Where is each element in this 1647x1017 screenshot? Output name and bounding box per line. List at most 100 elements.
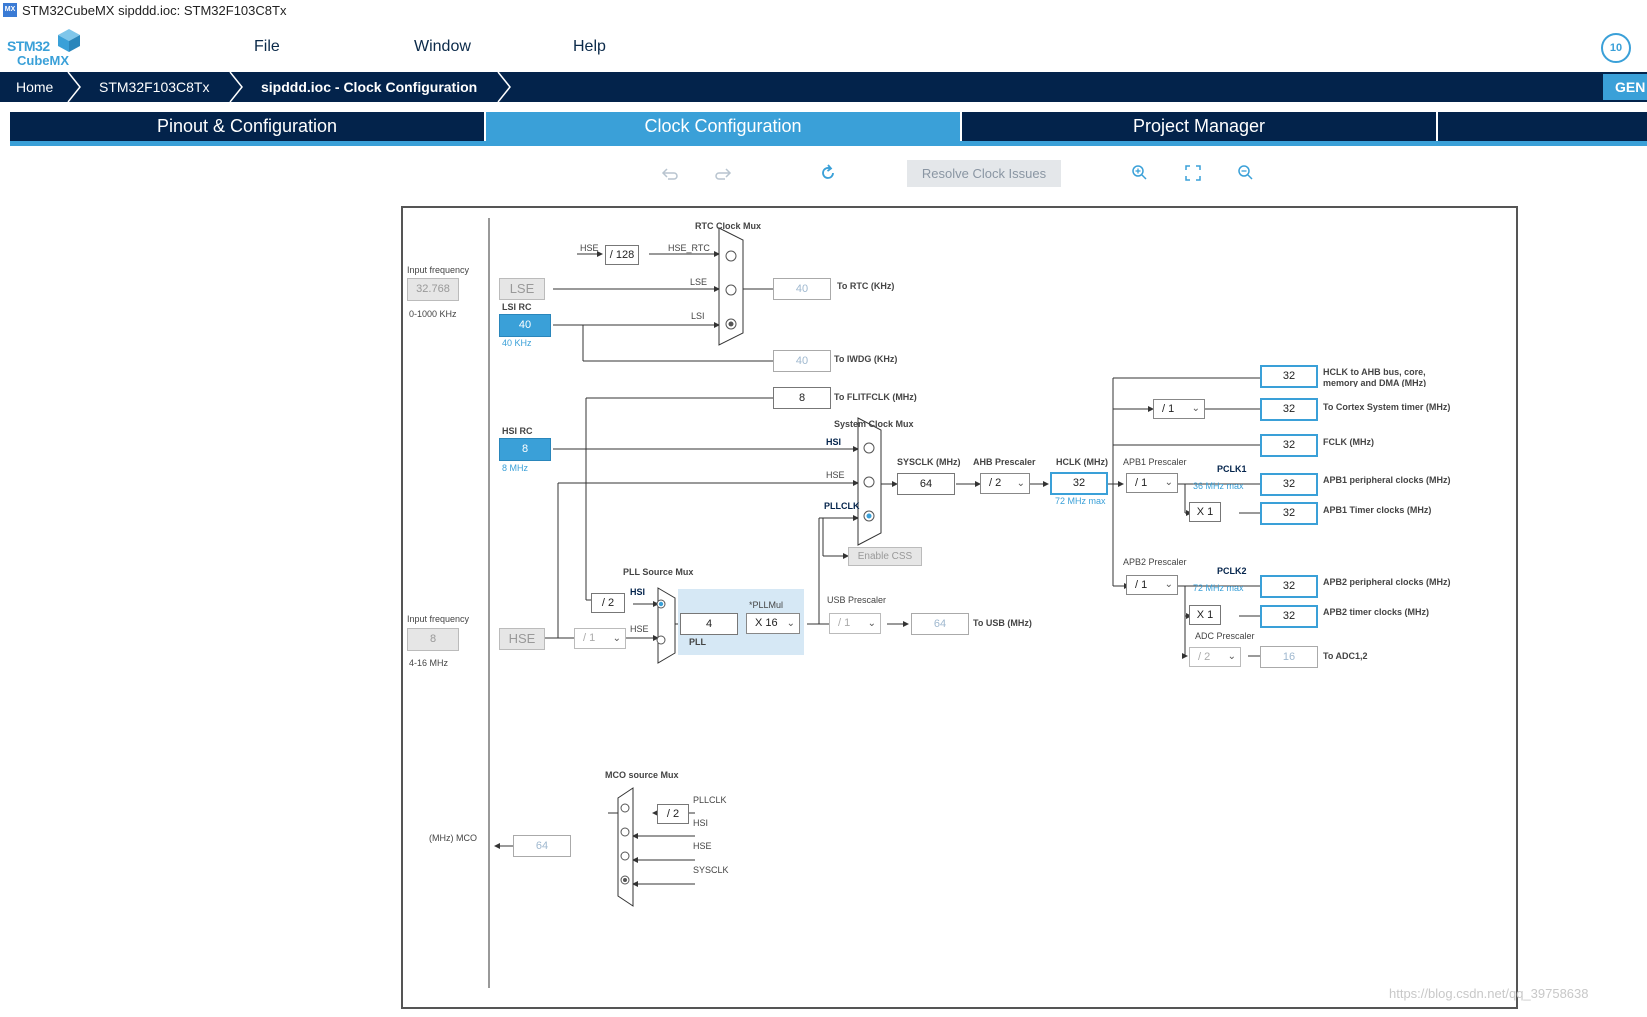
menu-bar bbox=[0, 22, 1647, 72]
cortex-timer-label: To Cortex System timer (MHz) bbox=[1323, 402, 1451, 412]
apb2-x1-box: X 1 bbox=[1189, 605, 1221, 625]
sysclk-value[interactable]: 64 bbox=[897, 473, 955, 495]
pll-div2-box: / 2 bbox=[591, 593, 625, 613]
sys-hsi-label: HSI bbox=[826, 437, 842, 447]
apb2-timer-label: APB2 timer clocks (MHz) bbox=[1323, 607, 1430, 617]
pllmul-select[interactable]: X 16 ⌄ bbox=[746, 613, 800, 634]
lse-input-freq-field[interactable]: 32.768 bbox=[407, 278, 459, 301]
lsi-rc-label: LSI RC bbox=[502, 302, 532, 312]
redo-icon[interactable] bbox=[713, 163, 733, 183]
tab-clock[interactable]: Clock Configuration bbox=[486, 112, 960, 141]
lsi-line-label: LSI bbox=[691, 311, 705, 321]
breadcrumb-current[interactable]: sipddd.ioc - Clock Configuration bbox=[261, 72, 477, 102]
hclk-value[interactable]: 32 bbox=[1050, 472, 1108, 495]
hse-prescaler-select[interactable]: / 1 ⌄ bbox=[574, 628, 626, 649]
hse-input-freq-field[interactable]: 8 bbox=[407, 628, 459, 651]
fclk-value: 32 bbox=[1260, 434, 1318, 457]
cube-icon bbox=[58, 29, 80, 52]
mco-hse-label: HSE bbox=[693, 841, 712, 851]
sys-hse-label: HSE bbox=[826, 470, 845, 480]
hse-oscillator[interactable]: HSE bbox=[499, 628, 545, 650]
clock-tree-diagram: Input frequency 32.768 0-1000 KHz LSE LS… bbox=[401, 206, 1518, 1009]
tab-pinout[interactable]: Pinout & Configuration bbox=[10, 112, 484, 141]
usb-prescaler-select[interactable]: / 1 ⌄ bbox=[829, 613, 881, 634]
lse-line-label: LSE bbox=[690, 277, 708, 287]
apb1-prescaler-label: APB1 Prescaler bbox=[1123, 457, 1187, 467]
usb-prescaler-label: USB Prescaler bbox=[827, 595, 887, 605]
pllmul-value: X 16 bbox=[755, 617, 778, 629]
hsi-rc-value[interactable]: 8 bbox=[499, 438, 551, 461]
mco-hsi-label: HSI bbox=[693, 818, 709, 828]
chevron-right-icon bbox=[229, 72, 243, 102]
watermark: https://blog.csdn.net/qq_39758638 bbox=[1389, 986, 1589, 1001]
resolve-clock-issues-button[interactable]: Resolve Clock Issues bbox=[907, 160, 1061, 187]
brand-logo-subtitle: CubeMX bbox=[17, 53, 69, 68]
sys-pllclk-label: PLLCLK bbox=[824, 501, 860, 511]
lsi-rc-value[interactable]: 40 bbox=[499, 314, 551, 337]
apb2-prescaler-select[interactable]: / 1 ⌄ bbox=[1126, 575, 1178, 595]
hsi-mhz: 8 MHz bbox=[502, 463, 529, 473]
to-adc-label: To ADC1,2 bbox=[1323, 651, 1368, 661]
hse-prescaler-value: / 1 bbox=[583, 632, 596, 644]
apb1-timer-label: APB1 Timer clocks (MHz) bbox=[1323, 505, 1432, 515]
flitfclk-value: 8 bbox=[773, 387, 831, 409]
to-iwdg-value: 40 bbox=[773, 350, 831, 372]
hse-input-freq-label: Input frequency bbox=[407, 614, 470, 624]
app-logo-icon: MX bbox=[3, 3, 17, 17]
chevron-down-icon: ⌄ bbox=[612, 633, 621, 644]
usb-prescaler-value: / 1 bbox=[838, 617, 851, 629]
hse-label: HSE bbox=[580, 243, 599, 253]
breadcrumb-mcu[interactable]: STM32F103C8Tx bbox=[99, 72, 209, 102]
menu-window[interactable]: Window bbox=[414, 38, 471, 56]
generate-code-button[interactable]: GEN bbox=[1603, 74, 1647, 100]
adc-value: 16 bbox=[1260, 646, 1318, 668]
flitfclk-label: To FLITFCLK (MHz) bbox=[834, 392, 917, 402]
breadcrumb-home[interactable]: Home bbox=[16, 72, 53, 102]
sys-mux-label: System Clock Mux bbox=[834, 419, 914, 429]
usb-value: 64 bbox=[911, 613, 969, 635]
zoom-in-icon[interactable] bbox=[1130, 163, 1150, 183]
enable-css-button[interactable]: Enable CSS bbox=[848, 547, 922, 566]
pll-source-mux-label: PLL Source Mux bbox=[623, 567, 694, 577]
pll-label: PLL bbox=[689, 637, 706, 647]
lse-oscillator[interactable]: LSE bbox=[499, 278, 545, 300]
chevron-down-icon: ⌄ bbox=[1164, 477, 1173, 488]
cortex-div-select[interactable]: / 1 ⌄ bbox=[1153, 399, 1205, 419]
pclk2-max: 72 MHz max bbox=[1193, 583, 1244, 593]
breadcrumb bbox=[0, 72, 1647, 102]
apb2-periph-label: APB2 peripheral clocks (MHz) bbox=[1323, 577, 1451, 587]
zoom-out-icon[interactable] bbox=[1236, 163, 1256, 183]
ahb-prescaler-select[interactable]: / 2 ⌄ bbox=[980, 473, 1030, 494]
refresh-icon[interactable] bbox=[818, 163, 838, 183]
menu-help[interactable]: Help bbox=[573, 38, 606, 56]
apb2-periph-value: 32 bbox=[1260, 575, 1318, 598]
to-iwdg-label: To IWDG (KHz) bbox=[834, 354, 898, 364]
undo-icon[interactable] bbox=[660, 163, 680, 183]
cortex-timer-value: 32 bbox=[1260, 398, 1318, 421]
adc-prescaler-value: / 2 bbox=[1198, 651, 1211, 663]
hclk-ahb-label: HCLK to AHB bus, core, memory and DMA (M… bbox=[1323, 367, 1427, 387]
menu-file[interactable]: File bbox=[254, 38, 280, 56]
apb2-timer-value: 32 bbox=[1260, 605, 1318, 628]
tab-project[interactable]: Project Manager bbox=[962, 112, 1436, 141]
window-title: STM32CubeMX sipddd.ioc: STM32F103C8Tx bbox=[22, 3, 287, 18]
apb1-timer-value: 32 bbox=[1260, 502, 1318, 525]
fit-screen-icon[interactable] bbox=[1183, 163, 1203, 183]
hclk-max: 72 MHz max bbox=[1055, 496, 1106, 506]
apb1-x1-box: X 1 bbox=[1189, 502, 1221, 522]
anniversary-badge-icon[interactable]: 10 bbox=[1601, 33, 1631, 63]
mco-value: 64 bbox=[513, 835, 571, 857]
chevron-down-icon: ⌄ bbox=[1164, 579, 1173, 590]
hse-range: 4-16 MHz bbox=[409, 658, 449, 668]
mco-sysclk-label: SYSCLK bbox=[693, 865, 729, 875]
to-rtc-value: 40 bbox=[773, 278, 831, 300]
apb1-prescaler-select[interactable]: / 1 ⌄ bbox=[1126, 473, 1178, 493]
chevron-right-icon bbox=[497, 72, 511, 102]
adc-prescaler-select[interactable]: / 2 ⌄ bbox=[1189, 647, 1241, 667]
rtc-mux-label: RTC Clock Mux bbox=[695, 221, 762, 231]
cortex-div-value: / 1 bbox=[1162, 403, 1175, 415]
pclk1-max: 36 MHz max bbox=[1193, 481, 1244, 491]
tab-spacer bbox=[1438, 112, 1647, 141]
lsi-khz: 40 KHz bbox=[502, 338, 532, 348]
pll-hsi-label: HSI bbox=[630, 587, 646, 597]
